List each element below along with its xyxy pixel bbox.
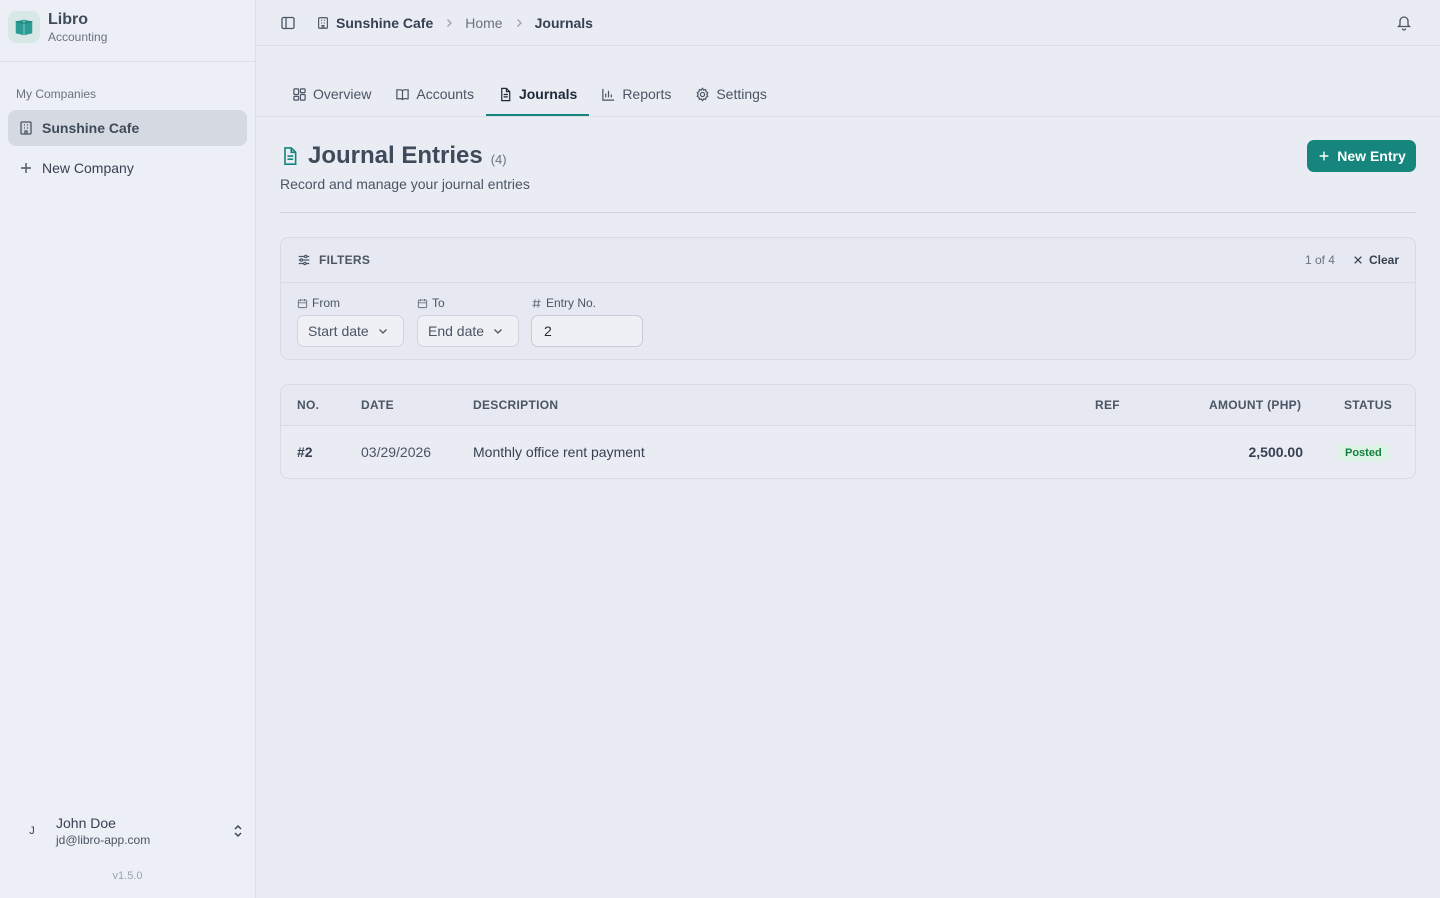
page-subtitle: Record and manage your journal entries [280, 176, 530, 192]
entry-amount: 2,500.00 [1248, 444, 1304, 460]
column-header-description[interactable]: DESCRIPTION [473, 398, 558, 412]
tab-settings[interactable]: Settings [683, 72, 779, 116]
tab-reports[interactable]: Reports [589, 72, 683, 116]
status-badge: Posted [1338, 445, 1389, 461]
tab-label: Settings [716, 86, 767, 102]
hash-icon [531, 298, 542, 309]
avatar: J [29, 825, 35, 837]
entry-no-label: Entry No. [546, 296, 597, 310]
from-date-select[interactable]: Start date [297, 315, 404, 347]
sidebar-divider [0, 61, 255, 62]
breadcrumb: Sunshine Cafe Home Journals [316, 15, 593, 31]
tab-label: Accounts [416, 86, 474, 102]
top-bar: Sunshine Cafe Home Journals [256, 0, 1440, 46]
document-icon [498, 87, 513, 102]
table-header: NO. DATE DESCRIPTION REF AMOUNT (PHP) ST… [281, 385, 1415, 426]
tab-overview[interactable]: Overview [280, 72, 383, 116]
app-name: Libro [48, 11, 88, 28]
plus-icon [1317, 149, 1331, 163]
book-icon [395, 87, 410, 102]
to-date-filter: To End date [417, 295, 519, 347]
chevron-right-icon [513, 17, 525, 29]
chevron-up-down-icon[interactable] [230, 823, 246, 839]
calendar-icon [417, 298, 428, 309]
column-header-date[interactable]: DATE [361, 398, 394, 412]
column-header-status[interactable]: STATUS [1344, 398, 1392, 412]
to-date-value: End date [428, 323, 485, 339]
user-name: John Doe [56, 815, 116, 831]
new-entry-label: New Entry [1337, 148, 1406, 164]
filter-result-count: 1 of 4 [1304, 253, 1335, 267]
sidebar-item-label: Sunshine Cafe [42, 120, 140, 136]
libro-logo-icon [8, 11, 40, 43]
chevron-down-icon [492, 325, 504, 337]
from-date-value: Start date [308, 323, 369, 339]
sidebar: Libro Accounting My Companies Sunshine C… [0, 0, 256, 898]
calendar-icon [297, 298, 308, 309]
sidebar-item-new-company[interactable]: New Company [8, 150, 247, 186]
entry-no-input[interactable] [531, 315, 643, 347]
page-header: Journal Entries (4) Record and manage yo… [280, 142, 1416, 192]
tab-label: Journals [518, 86, 578, 102]
plus-icon [18, 160, 34, 176]
filters-panel: FILTERS 1 of 4 Clear From Start date To … [280, 237, 1416, 360]
app-version: v1.5.0 [112, 870, 143, 882]
filters-title: FILTERS [319, 253, 371, 267]
from-date-filter: From Start date [297, 295, 404, 347]
to-date-select[interactable]: End date [417, 315, 519, 347]
from-label: From [312, 296, 340, 310]
bell-icon[interactable] [1396, 13, 1412, 31]
tab-accounts[interactable]: Accounts [383, 72, 486, 116]
new-entry-button[interactable]: New Entry [1307, 140, 1416, 172]
page-title: Journal Entries [308, 142, 483, 169]
tabs-divider [256, 116, 1440, 117]
document-icon [280, 145, 300, 167]
chevron-down-icon [377, 325, 389, 337]
close-icon [1353, 255, 1363, 265]
app-subtitle: Accounting [48, 30, 108, 44]
journal-table: NO. DATE DESCRIPTION REF AMOUNT (PHP) ST… [280, 384, 1416, 479]
entry-no-filter: Entry No. [531, 295, 643, 347]
breadcrumb-company[interactable]: Sunshine Cafe [316, 15, 433, 31]
bar-chart-icon [601, 87, 616, 102]
sidebar-item-sunshine-cafe[interactable]: Sunshine Cafe [8, 110, 247, 146]
chevron-right-icon [443, 17, 455, 29]
sidebar-section-label: My Companies [16, 87, 97, 101]
entry-date: 03/29/2026 [361, 444, 432, 460]
entry-no: #2 [297, 444, 313, 460]
gear-icon [695, 86, 710, 102]
user-email: jd@libro-app.com [56, 833, 151, 847]
brand[interactable]: Libro Accounting [8, 10, 107, 44]
column-header-ref[interactable]: REF [1095, 398, 1120, 412]
table-row[interactable]: #2 03/29/2026 Monthly office rent paymen… [281, 426, 1415, 478]
building-icon [316, 16, 330, 30]
sidebar-item-label: New Company [42, 160, 134, 176]
breadcrumb-company-label: Sunshine Cafe [336, 14, 434, 31]
user-menu[interactable]: J John Doe jd@libro-app.com [16, 811, 246, 851]
company-tabs: Overview Accounts Journals Reports Setti… [280, 72, 779, 116]
tab-label: Reports [622, 86, 672, 102]
entry-count: (4) [490, 151, 507, 167]
header-divider [280, 212, 1416, 213]
tab-journals[interactable]: Journals [485, 72, 590, 116]
clear-label: Clear [1368, 253, 1399, 267]
breadcrumb-home[interactable]: Home [465, 15, 502, 31]
to-label: To [432, 296, 445, 310]
clear-filters-button[interactable]: Clear [1353, 253, 1399, 267]
breadcrumb-current: Journals [534, 14, 593, 31]
sliders-icon [297, 253, 311, 267]
column-header-amount[interactable]: AMOUNT (PHP) [1209, 398, 1301, 412]
tab-label: Overview [313, 86, 372, 102]
building-icon [18, 120, 34, 136]
column-header-no[interactable]: NO. [297, 398, 319, 412]
entry-description: Monthly office rent payment [473, 444, 645, 460]
grid-icon [292, 87, 307, 102]
sidebar-toggle-icon[interactable] [280, 15, 296, 31]
